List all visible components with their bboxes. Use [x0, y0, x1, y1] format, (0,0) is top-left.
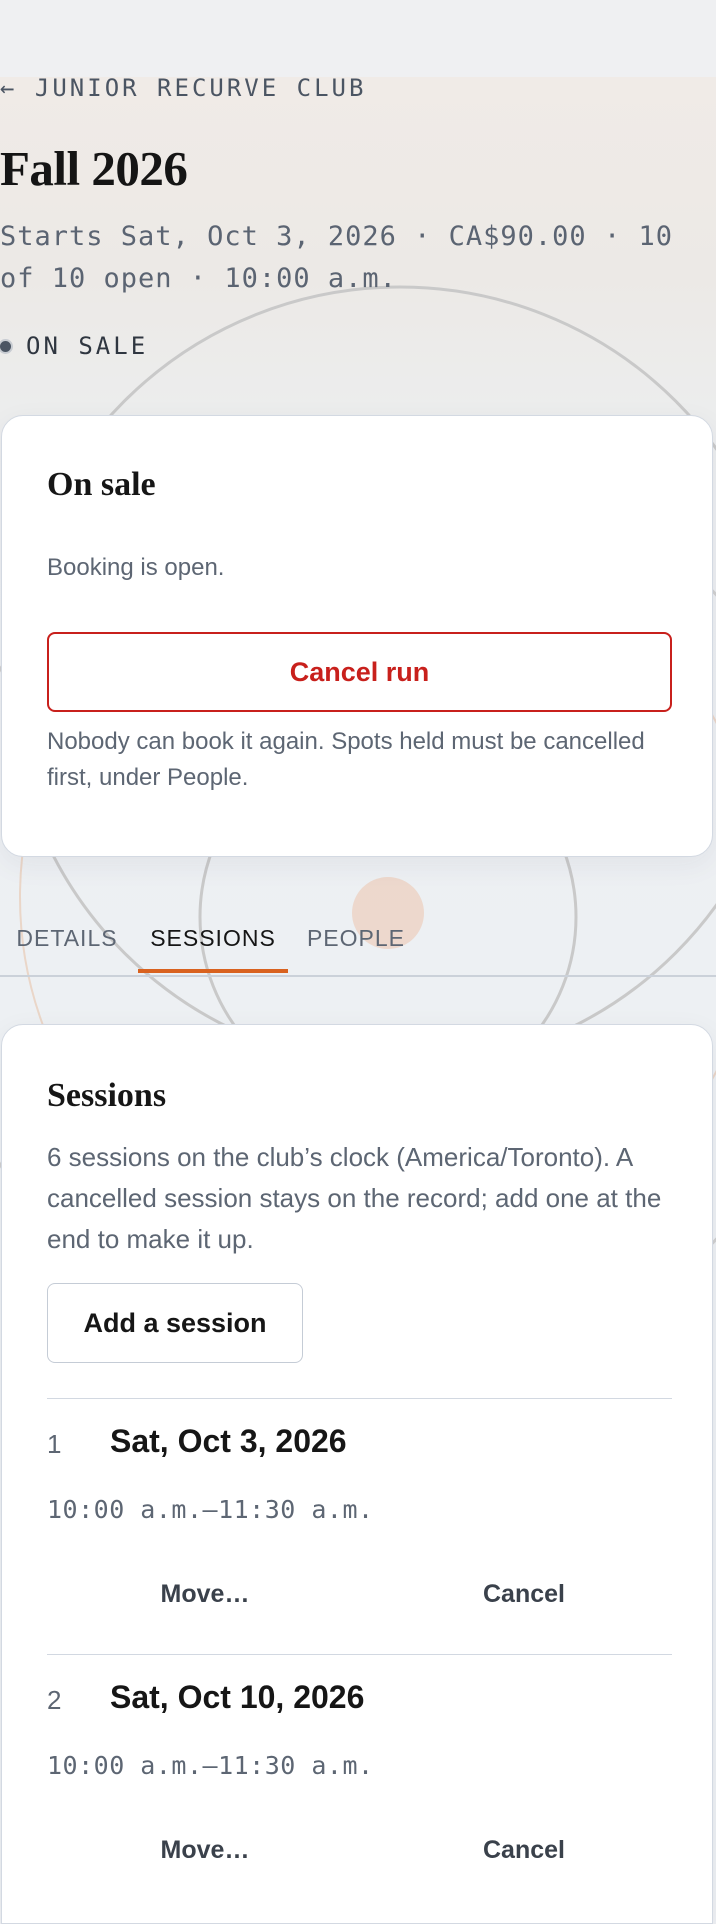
- add-session-button[interactable]: Add a session: [47, 1283, 303, 1363]
- sale-card-body: Booking is open.: [47, 554, 225, 581]
- sale-card-note: Nobody can book it again. Spots held mus…: [47, 728, 645, 791]
- session-number: 1: [47, 1429, 62, 1459]
- sessions-card: Sessions 6 sessions on the club’s clock …: [1, 1024, 713, 1924]
- status-dot-icon: [0, 338, 13, 354]
- sessions-description: 6 sessions on the club’s clock (America/…: [47, 1142, 662, 1254]
- session-row: 1 Sat, Oct 3, 2026 10:00 a.m.–11:30 a.m.…: [47, 1398, 672, 1655]
- page-title: Fall 2026: [0, 141, 188, 196]
- tab-bar: DETAILS SESSIONS PEOPLE: [0, 905, 716, 977]
- move-session-button[interactable]: Move…: [55, 1569, 355, 1619]
- session-number: 2: [47, 1685, 62, 1715]
- tab-sessions[interactable]: SESSIONS: [138, 905, 288, 973]
- sale-card-title: On sale: [47, 466, 156, 503]
- cancel-session-button[interactable]: Cancel: [374, 1569, 674, 1619]
- run-summary: Starts Sat, Oct 3, 2026 · CA$90.00 · 10 …: [0, 221, 673, 294]
- session-time: 10:00 a.m.–11:30 a.m.: [47, 1751, 374, 1780]
- sessions-card-title: Sessions: [47, 1077, 167, 1114]
- tab-people[interactable]: PEOPLE: [300, 905, 412, 973]
- tab-details[interactable]: DETAILS: [8, 905, 126, 973]
- session-date: Sat, Oct 3, 2026: [110, 1423, 347, 1459]
- session-time: 10:00 a.m.–11:30 a.m.: [47, 1495, 374, 1524]
- top-bar: [0, 0, 716, 77]
- move-session-button[interactable]: Move…: [55, 1825, 355, 1875]
- session-date: Sat, Oct 10, 2026: [110, 1679, 365, 1715]
- sale-card: On sale Booking is open. Cancel run Nobo…: [1, 415, 713, 857]
- back-link[interactable]: ← JUNIOR RECURVE CLUB: [0, 74, 366, 102]
- session-row: 2 Sat, Oct 10, 2026 10:00 a.m.–11:30 a.m…: [47, 1654, 672, 1911]
- cancel-run-button[interactable]: Cancel run: [47, 632, 672, 712]
- status-label: ON SALE: [26, 332, 149, 360]
- cancel-session-button[interactable]: Cancel: [374, 1825, 674, 1875]
- status-badge: ON SALE: [0, 332, 148, 360]
